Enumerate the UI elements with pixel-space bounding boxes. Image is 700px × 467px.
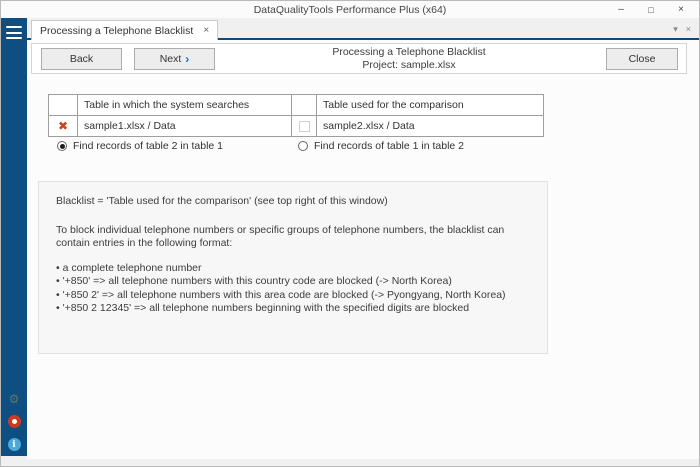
tab-bar: Processing a Telephone Blacklist × ▾ × bbox=[27, 18, 699, 40]
search-direction-options: Find records of table 2 in table 1 Find … bbox=[27, 140, 687, 154]
tab-processing-telephone-blacklist[interactable]: Processing a Telephone Blacklist × bbox=[31, 20, 219, 40]
menu-icon-bar bbox=[6, 37, 22, 39]
close-window-icon[interactable]: × bbox=[666, 1, 696, 18]
tab-bar-close-icon[interactable]: × bbox=[686, 24, 691, 34]
back-button-label: Back bbox=[69, 53, 94, 65]
header-cell-checkbox bbox=[291, 94, 317, 116]
radio-selected-icon bbox=[57, 141, 67, 151]
minimize-icon[interactable]: – bbox=[606, 1, 636, 18]
next-button-label: Next bbox=[159, 53, 182, 65]
info-bullet-list: • a complete telephone number • '+850' =… bbox=[56, 262, 530, 316]
tables-selection-table: Table in which the system searches Table… bbox=[48, 94, 544, 137]
lifebuoy-help-icon[interactable] bbox=[7, 415, 21, 428]
window-controls: – □ × bbox=[606, 1, 696, 18]
chevron-right-icon: › bbox=[185, 52, 190, 66]
header-cell-comparison-table: Table used for the comparison bbox=[316, 94, 544, 116]
radio-unselected-icon bbox=[298, 141, 308, 151]
menu-icon[interactable] bbox=[6, 26, 22, 39]
row-checkbox[interactable] bbox=[298, 120, 310, 132]
page-title: Processing a Telephone Blacklist Project… bbox=[232, 46, 586, 72]
maximize-icon[interactable]: □ bbox=[636, 1, 666, 18]
radio-find-table1-in-table2[interactable]: Find records of table 1 in table 2 bbox=[298, 140, 464, 152]
comparison-table-cell: sample2.xlsx / Data bbox=[316, 115, 544, 137]
info-bullet: • '+850' => all telephone numbers with t… bbox=[56, 275, 452, 287]
sidebar-bottom-icons: ⚙ i bbox=[1, 393, 27, 451]
menu-icon-bar bbox=[6, 31, 22, 34]
header-cell-search-table: Table in which the system searches bbox=[77, 94, 292, 116]
wizard-header: Back Next › Processing a Telephone Black… bbox=[31, 43, 687, 74]
tab-label: Processing a Telephone Blacklist bbox=[40, 24, 194, 37]
app-window: DataQualityTools Performance Plus (x64) … bbox=[0, 0, 700, 467]
close-button-label: Close bbox=[628, 53, 656, 65]
tab-overflow-icon[interactable]: ▾ bbox=[673, 24, 678, 35]
page-title-line1: Processing a Telephone Blacklist bbox=[332, 46, 486, 58]
title-bar: DataQualityTools Performance Plus (x64) … bbox=[1, 1, 699, 18]
info-icon[interactable]: i bbox=[7, 438, 21, 451]
search-table-cell: sample1.xlsx / Data bbox=[77, 115, 292, 137]
blacklist-info-box: Blacklist = 'Table used for the comparis… bbox=[38, 181, 548, 354]
radio-label: Find records of table 2 in table 1 bbox=[73, 140, 224, 152]
back-button[interactable]: Back bbox=[41, 48, 122, 70]
menu-icon-bar bbox=[6, 26, 22, 28]
delete-row-icon[interactable]: ✖ bbox=[58, 119, 68, 133]
page-title-line2: Project: sample.xlsx bbox=[362, 59, 456, 71]
tab-close-icon[interactable]: × bbox=[203, 25, 209, 36]
info-bullet: • '+850 2' => all telephone numbers with… bbox=[56, 288, 506, 301]
checkbox-cell bbox=[291, 115, 317, 137]
close-button[interactable]: Close bbox=[606, 48, 678, 70]
info-bullet: • '+850 2 12345' => all telephone number… bbox=[56, 302, 470, 314]
gear-icon[interactable]: ⚙ bbox=[9, 393, 20, 405]
info-line-1: Blacklist = 'Table used for the comparis… bbox=[56, 195, 388, 207]
table-row: ✖ sample1.xlsx / Data sample2.xlsx / Dat… bbox=[48, 115, 544, 137]
main-content: Back Next › Processing a Telephone Black… bbox=[27, 40, 699, 459]
info-bullet: • a complete telephone number bbox=[56, 261, 202, 274]
header-cell-delete bbox=[48, 94, 78, 116]
window-title: DataQualityTools Performance Plus (x64) bbox=[253, 3, 447, 16]
info-line-2: To block individual telephone numbers or… bbox=[56, 223, 505, 250]
radio-find-table2-in-table1[interactable]: Find records of table 2 in table 1 bbox=[57, 140, 223, 152]
next-button[interactable]: Next › bbox=[134, 48, 215, 70]
table-header-row: Table in which the system searches Table… bbox=[48, 94, 544, 116]
tab-bar-controls: ▾ × bbox=[673, 20, 691, 38]
sidebar: ⚙ i bbox=[1, 18, 27, 456]
delete-cell: ✖ bbox=[48, 115, 78, 137]
radio-label: Find records of table 1 in table 2 bbox=[314, 140, 465, 152]
